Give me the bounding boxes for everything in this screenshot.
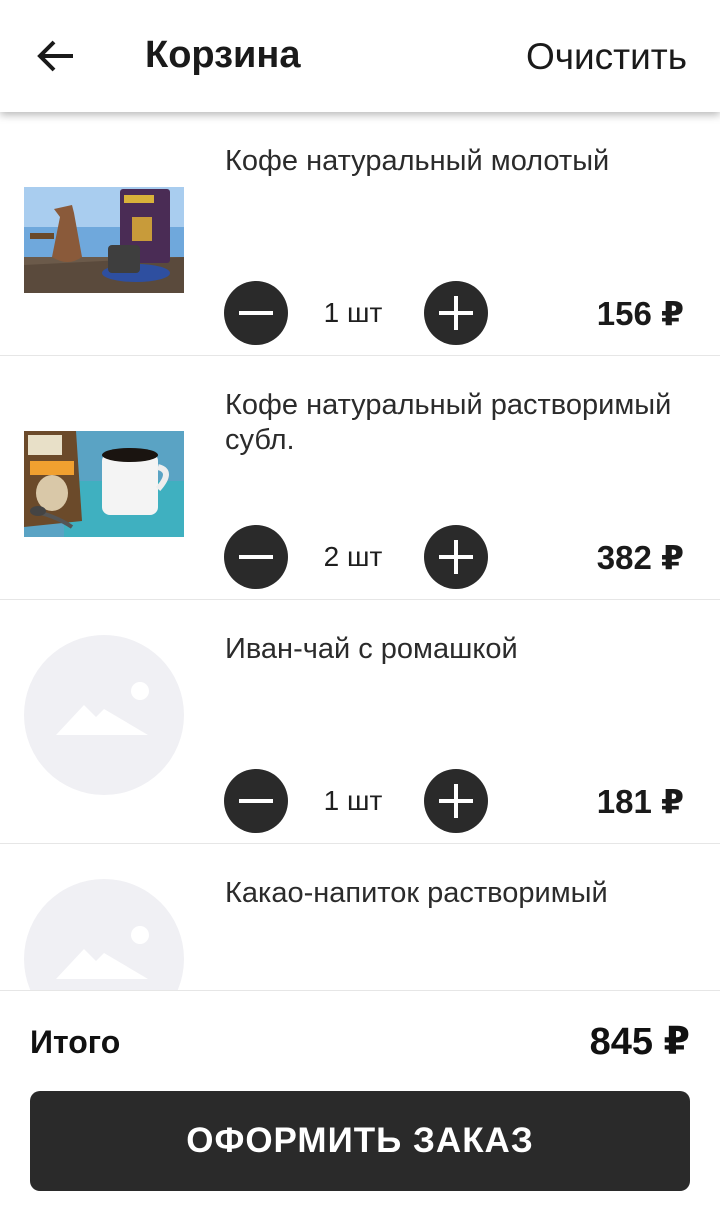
minus-icon	[239, 311, 273, 315]
clear-cart-button[interactable]: Очистить	[526, 36, 687, 78]
increase-quantity-button[interactable]	[424, 525, 488, 589]
cart-list[interactable]: Кофе натуральный молотый 1 шт 156 ₽ Кофе…	[0, 112, 720, 990]
item-price: 181 ₽	[596, 783, 684, 820]
item-price: 156 ₽	[596, 295, 684, 332]
decrease-quantity-button[interactable]	[224, 769, 288, 833]
product-name: Кофе натуральный растворимый субл.	[225, 389, 672, 456]
decrease-quantity-button[interactable]	[224, 525, 288, 589]
quantity-value: 1 шт	[323, 785, 383, 816]
cart-item: Кофе натуральный молотый 1 шт 156 ₽	[0, 112, 720, 356]
cart-item: Кофе натуральный растворимый субл. 2 шт …	[0, 356, 720, 600]
app-bar: Корзина Очистить	[0, 0, 720, 112]
increase-quantity-button[interactable]	[424, 769, 488, 833]
product-image-coffee-ground	[24, 187, 184, 293]
cart-footer: Итого 845 ₽ ОФОРМИТЬ ЗАКАЗ	[0, 990, 720, 1230]
page-title: Корзина	[145, 34, 301, 76]
total-value: 845 ₽	[589, 1021, 690, 1063]
plus-icon	[439, 540, 473, 574]
plus-icon	[439, 784, 473, 818]
arrow-left-icon	[37, 40, 73, 72]
total-label: Итого	[30, 1024, 121, 1060]
quantity-value: 2 шт	[323, 541, 383, 572]
plus-icon	[439, 296, 473, 330]
cart-item: Иван-чай с ромашкой 1 шт 181 ₽	[0, 600, 720, 844]
image-placeholder-icon	[24, 879, 184, 990]
decrease-quantity-button[interactable]	[224, 281, 288, 345]
minus-icon	[239, 799, 273, 803]
item-price: 382 ₽	[596, 539, 684, 576]
back-button[interactable]	[28, 30, 84, 82]
increase-quantity-button[interactable]	[424, 281, 488, 345]
minus-icon	[239, 555, 273, 559]
checkout-button[interactable]: ОФОРМИТЬ ЗАКАЗ	[30, 1091, 690, 1191]
image-placeholder-icon	[24, 635, 184, 795]
product-name: Кофе натуральный молотый	[225, 145, 610, 177]
quantity-value: 1 шт	[323, 297, 383, 328]
product-name: Иван-чай с ромашкой	[225, 633, 518, 665]
product-name: Какао-напиток растворимый	[225, 877, 608, 909]
cart-item: Какао-напиток растворимый	[0, 844, 720, 990]
product-image-coffee-instant	[24, 431, 184, 537]
